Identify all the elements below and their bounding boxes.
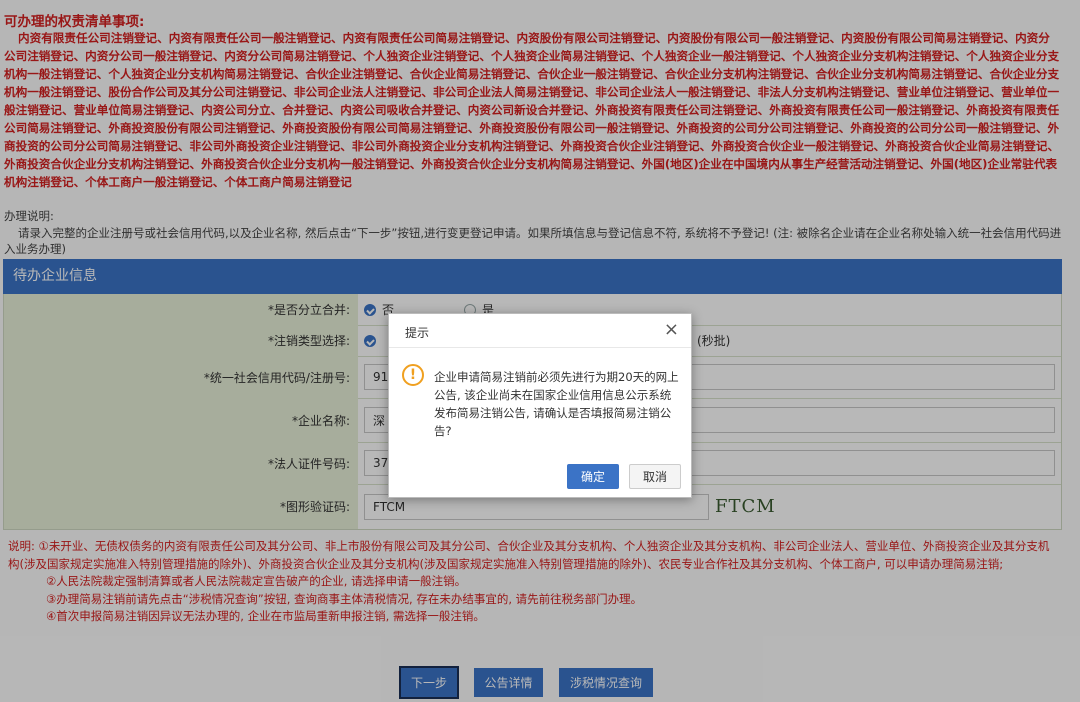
dialog-ok-button[interactable]: 确定 [567, 464, 619, 489]
dialog-title: 提示 [405, 326, 430, 340]
confirm-dialog: 提示 × ! 企业申请简易注销前必须先进行为期20天的网上公告, 该企业尚未在国… [388, 313, 692, 498]
dialog-divider [389, 347, 691, 348]
warning-icon: ! [402, 364, 424, 386]
page: 可办理的权责清单事项: 内资有限责任公司注销登记、内资有限责任公司一般注销登记、… [0, 0, 1080, 702]
dialog-message: 企业申请简易注销前必须先进行为期20天的网上公告, 该企业尚未在国家企业信用信息… [434, 370, 679, 438]
dialog-cancel-button[interactable]: 取消 [629, 464, 681, 489]
close-icon[interactable]: × [664, 319, 679, 340]
